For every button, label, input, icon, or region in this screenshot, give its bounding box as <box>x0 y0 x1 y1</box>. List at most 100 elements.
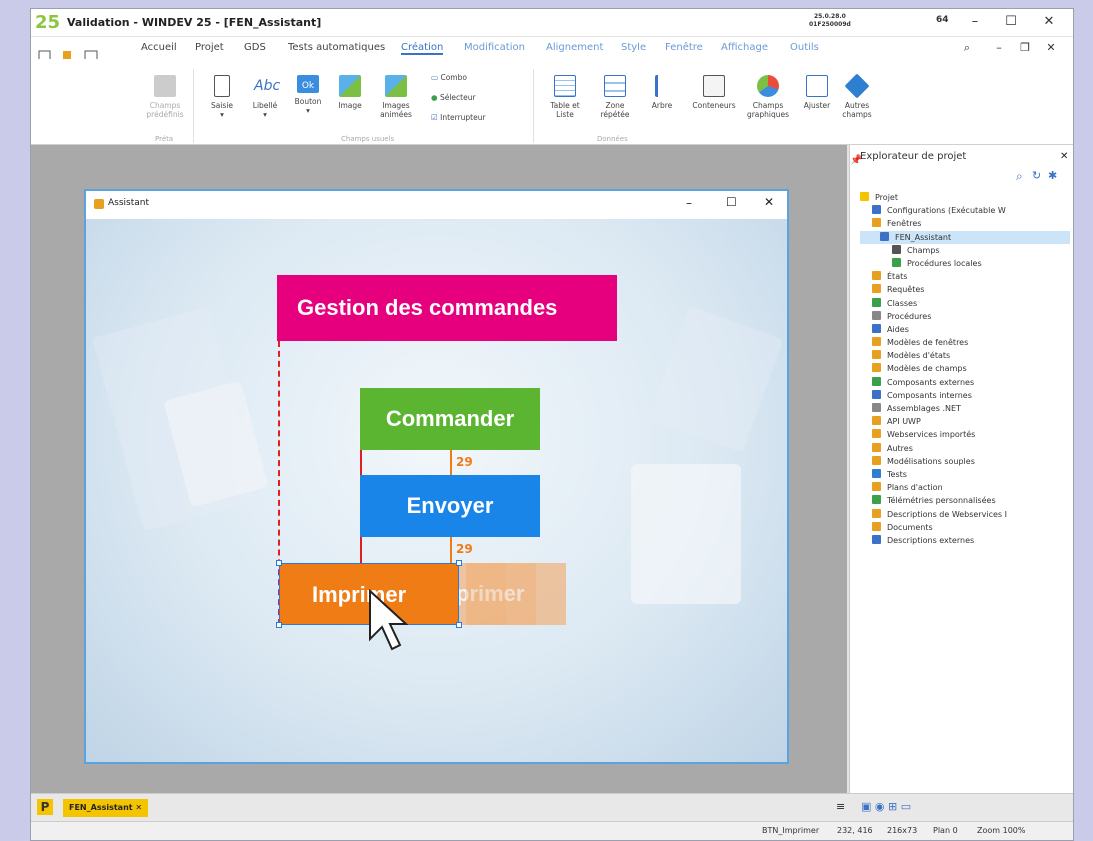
form-close-button[interactable]: ✕ <box>764 195 774 209</box>
tree-item[interactable]: Procédures locales <box>860 257 1070 270</box>
tree-node-icon <box>892 257 901 267</box>
form-title-bar: Assistant – ☐ ✕ <box>86 191 787 219</box>
tree-item[interactable]: FEN_Assistant <box>860 230 1070 244</box>
tree-item[interactable]: Modèles d'états <box>860 349 1070 362</box>
tree-node-icon <box>872 389 881 399</box>
tree-item[interactable]: Classes <box>860 297 1070 310</box>
tree-item[interactable]: Webservices importés <box>860 428 1070 441</box>
menu-tab-10[interactable]: Outils <box>790 42 819 53</box>
envoyer-button[interactable]: Envoyer <box>360 475 540 537</box>
menu-tab-8[interactable]: Fenêtre <box>665 42 703 53</box>
commander-button[interactable]: Commander <box>360 388 540 450</box>
form-window[interactable]: Assistant – ☐ ✕ Gestion des commandes Co… <box>84 189 789 764</box>
form-minimize-button[interactable]: – <box>686 196 692 210</box>
ribbon-minimize-button[interactable]: – <box>989 41 1009 55</box>
resize-handle[interactable] <box>456 560 462 566</box>
zone-repetee-button[interactable]: Zone répétée <box>593 75 637 119</box>
image-icon <box>339 75 361 97</box>
tree-item[interactable]: Tests <box>860 468 1070 481</box>
tree-item-label: Modèles d'états <box>887 351 951 361</box>
menu-tab-5[interactable]: Modification <box>464 42 525 53</box>
app-window: 25 Validation - WINDEV 25 - [FEN_Assista… <box>30 8 1074 841</box>
search-icon[interactable]: ⌕ <box>1016 169 1023 184</box>
animated-image-icon <box>385 75 407 97</box>
explorer-tab-icons[interactable]: ▣ ◉ ⊞ ▭ <box>861 800 911 813</box>
tree-item[interactable]: Modèles de champs <box>860 362 1070 375</box>
tree-node-icon <box>872 455 881 465</box>
resize-handle[interactable] <box>276 560 282 566</box>
menu-tab-6[interactable]: Alignement <box>546 42 603 53</box>
tree-item[interactable]: Modèles de fenêtres <box>860 336 1070 349</box>
saisie-button[interactable]: Saisie ▾ <box>203 75 241 119</box>
ribbon-close-button[interactable]: ✕ <box>1041 41 1061 55</box>
autres-champs-button[interactable]: Autres champs <box>839 73 875 119</box>
menu-tab-7[interactable]: Style <box>621 42 646 53</box>
tree-node-icon <box>872 442 881 452</box>
tree-item-label: Assemblages .NET <box>887 404 961 413</box>
tree-item[interactable]: Descriptions de Webservices I <box>860 508 1070 521</box>
images-animees-button[interactable]: Images animées <box>373 75 419 119</box>
tree-item[interactable]: Composants externes <box>860 376 1070 389</box>
refresh-icon[interactable]: ↻ <box>1032 169 1041 182</box>
windev-logo: 25 <box>35 12 61 33</box>
arbre-button[interactable]: Arbre <box>643 75 681 110</box>
menu-tab-2[interactable]: GDS <box>244 42 266 53</box>
tree-item-label: Classes <box>887 298 918 308</box>
search-icon[interactable]: ⌕ <box>957 41 977 55</box>
tree-item-label: Modèles de fenêtres <box>887 338 969 348</box>
hand-bag-illustration <box>648 305 784 453</box>
close-tab-icon[interactable]: ✕ <box>135 803 142 812</box>
settings-icon[interactable]: ✱ <box>1048 169 1057 182</box>
tree-item[interactable]: Modélisations souples <box>860 455 1070 468</box>
selecteur-button[interactable]: ● Sélecteur <box>431 93 521 102</box>
tree-item[interactable]: Champs <box>860 244 1070 257</box>
tree-item[interactable]: Configurations (Exécutable W <box>860 204 1070 217</box>
menu-tab-4[interactable]: Création <box>401 42 444 55</box>
imprimer-drag-ghost-3 <box>506 563 536 625</box>
menu-tab-0[interactable]: Accueil <box>141 42 177 53</box>
table-liste-button[interactable]: Table et Liste <box>543 75 587 119</box>
close-button[interactable]: ✕ <box>1039 15 1059 29</box>
menu-tab-1[interactable]: Projet <box>195 42 224 53</box>
ajuster-button[interactable]: Ajuster <box>799 75 835 110</box>
tree-item[interactable]: Procédures <box>860 310 1070 323</box>
menu-icon[interactable]: ≡ <box>836 800 845 813</box>
resize-handle[interactable] <box>276 622 282 628</box>
explorer-close-button[interactable]: ✕ <box>1060 151 1068 162</box>
champs-predefinis-button[interactable]: Champs prédéfinis <box>143 75 187 119</box>
tree-item[interactable]: Descriptions externes <box>860 534 1070 547</box>
tree-item[interactable]: Composants internes <box>860 389 1070 402</box>
form-maximize-button[interactable]: ☐ <box>726 195 737 209</box>
tree-item[interactable]: Projet <box>860 191 1070 204</box>
ribbon-restore-button[interactable]: ❐ <box>1015 41 1035 55</box>
tree-item[interactable]: Requêtes <box>860 283 1070 296</box>
tree-item[interactable]: États <box>860 270 1070 283</box>
tree-node-icon <box>892 244 901 254</box>
menu-tab-3[interactable]: Tests automatiques <box>288 42 385 53</box>
tree-item[interactable]: Autres <box>860 442 1070 455</box>
tree-item[interactable]: Aides <box>860 323 1070 336</box>
tree-item[interactable]: Assemblages .NET <box>860 402 1070 415</box>
image-button[interactable]: Image <box>331 75 369 110</box>
bouton-button[interactable]: Ok Bouton ▾ <box>289 75 327 115</box>
interrupteur-button[interactable]: ☑ Interrupteur <box>431 113 521 122</box>
ribbon-separator <box>193 69 194 143</box>
minimize-button[interactable]: – <box>965 15 985 29</box>
combo-button[interactable]: ▭ Combo <box>431 73 521 82</box>
group-label-preta: Préta <box>155 135 174 143</box>
editor-workspace: Assistant – ☐ ✕ Gestion des commandes Co… <box>31 145 847 793</box>
champs-graphiques-button[interactable]: Champs graphiques <box>743 75 793 119</box>
project-icon[interactable]: P <box>37 799 53 815</box>
conteneurs-button[interactable]: Conteneurs <box>691 75 737 110</box>
resize-handle[interactable] <box>456 622 462 628</box>
tree-item[interactable]: API UWP <box>860 415 1070 428</box>
libelle-button[interactable]: Abc Libellé ▾ <box>246 75 284 119</box>
menu-tab-9[interactable]: Affichage <box>721 42 768 53</box>
tree-item[interactable]: Documents <box>860 521 1070 534</box>
maximize-button[interactable]: ☐ <box>1001 15 1021 29</box>
tree-item[interactable]: Fenêtres <box>860 217 1070 230</box>
tab-fen-assistant[interactable]: FEN_Assistant ✕ <box>63 799 149 817</box>
tree-item[interactable]: Télémétries personnalisées <box>860 494 1070 507</box>
tree-item[interactable]: Plans d'action <box>860 481 1070 494</box>
tree-node-icon <box>872 310 881 320</box>
